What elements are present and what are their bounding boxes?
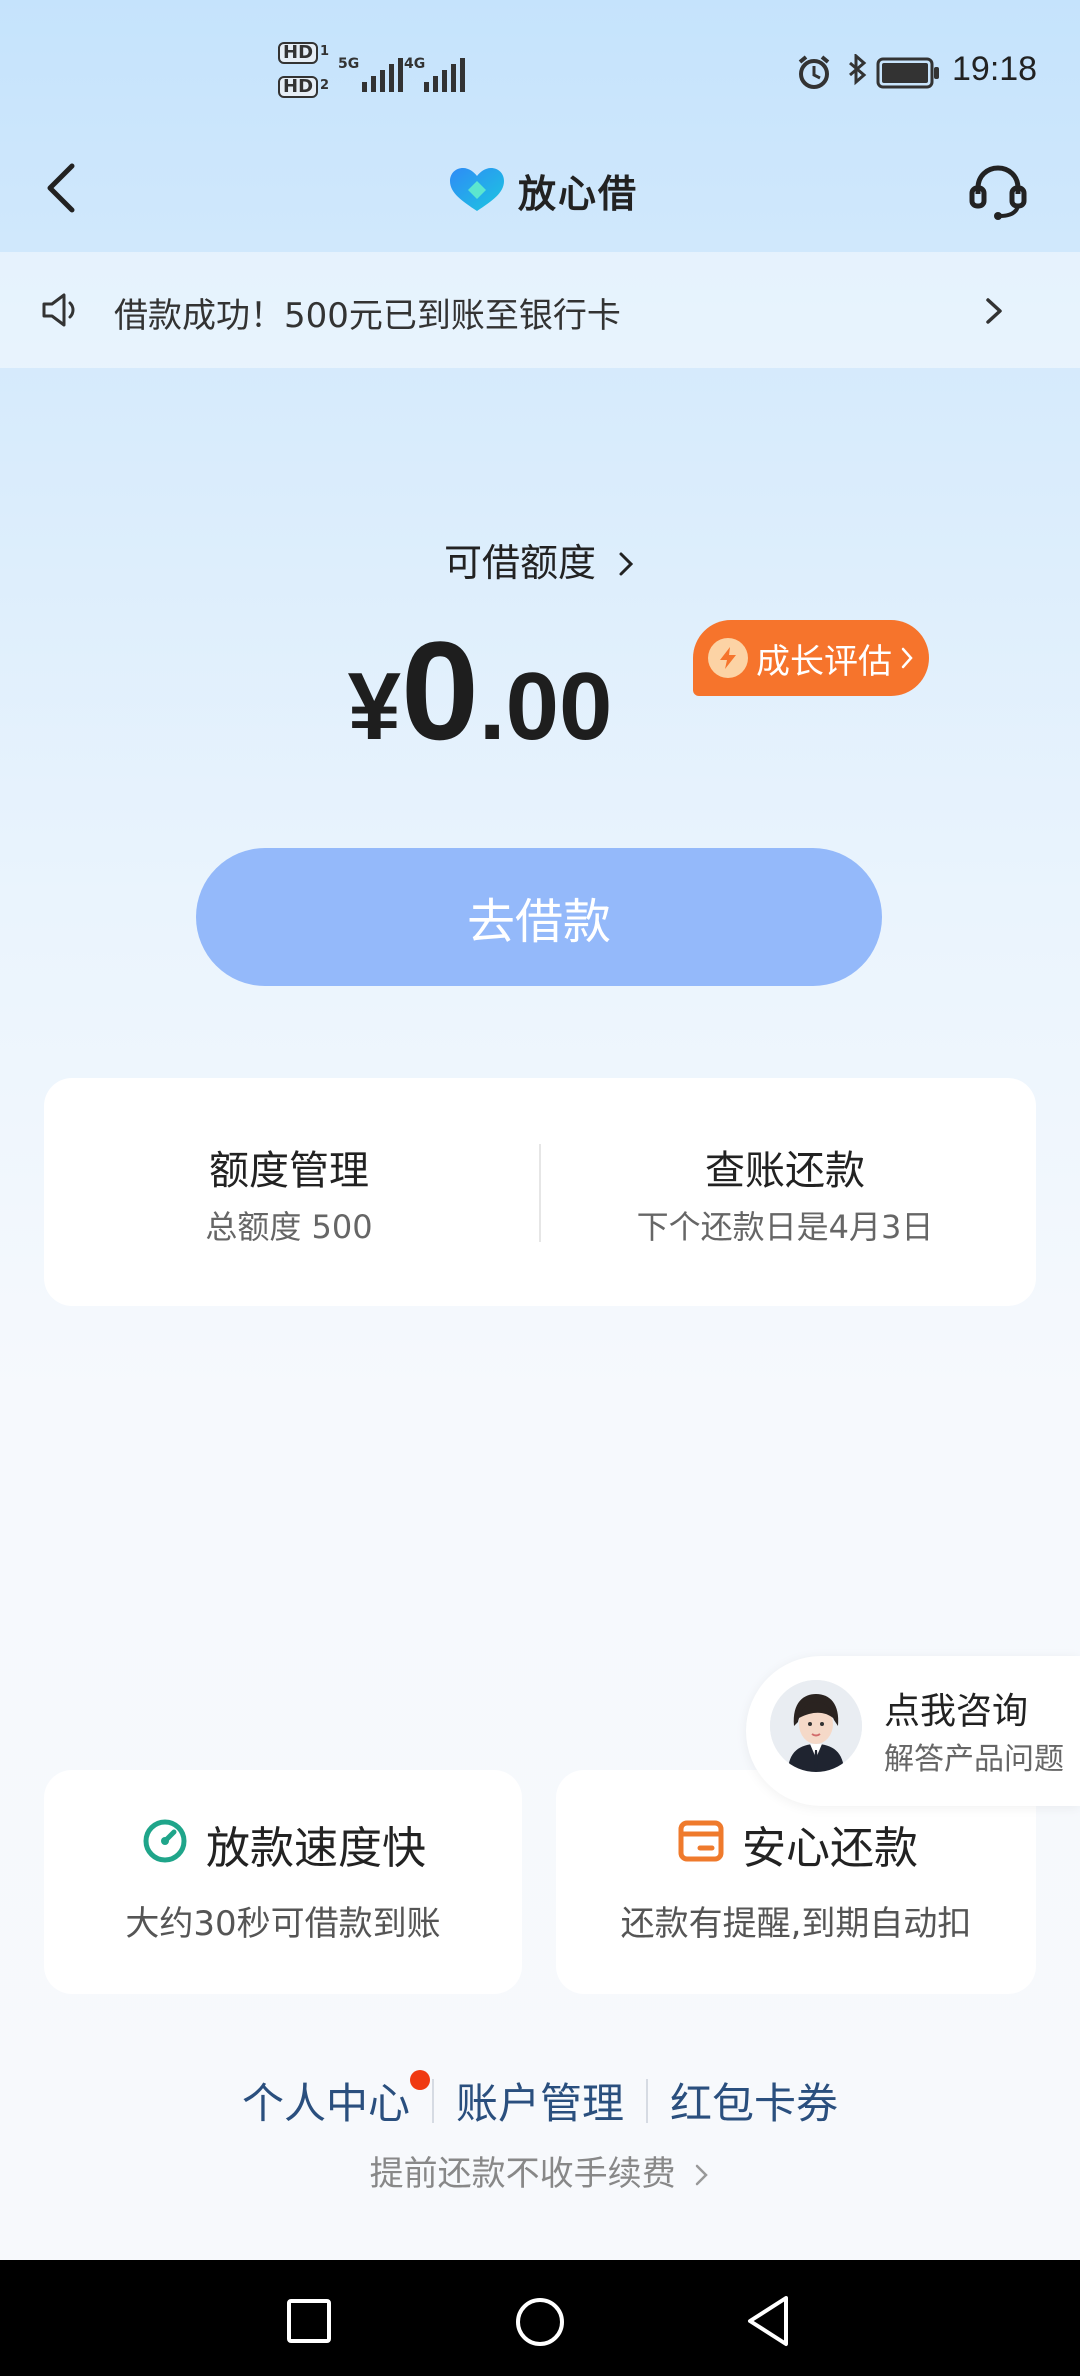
bottom-links: 个人中心 账户管理 红包卡券	[0, 2070, 1080, 2131]
chevron-right-icon	[986, 298, 1002, 324]
chevron-right-icon	[901, 647, 913, 669]
bill-repayment-item[interactable]: 查账还款 下个还款日是4月3日	[540, 1078, 1036, 1306]
hd-badge-1: HD	[278, 42, 319, 64]
next-repay-date-text: 下个还款日是4月3日	[636, 1208, 934, 1246]
speaker-icon	[42, 293, 75, 327]
recent-apps-icon[interactable]	[286, 2298, 332, 2344]
chevron-right-icon	[696, 2164, 709, 2186]
notification-dot	[409, 2070, 430, 2090]
account-management-link[interactable]: 账户管理	[434, 2070, 646, 2131]
battery-icon	[876, 57, 939, 89]
coupons-link[interactable]: 红包卡券	[648, 2070, 860, 2131]
back-arrow-icon[interactable]	[42, 158, 82, 218]
feature-subtitle: 还款有提醒,到期自动扣	[620, 1904, 972, 1944]
prepay-info-link[interactable]: 提前还款不收手续费	[0, 2146, 1080, 2195]
system-navigation-bar	[0, 2260, 1080, 2376]
signal-bars-1-icon	[362, 56, 403, 92]
hd-badge-2: HD	[278, 76, 319, 98]
alarm-icon	[798, 55, 830, 89]
heart-logo-icon	[450, 168, 504, 211]
quota-management-item[interactable]: 额度管理 总额度 500	[44, 1078, 534, 1306]
network-type-1: 5G	[338, 56, 360, 72]
status-icons	[798, 54, 939, 89]
agent-avatar	[770, 1680, 862, 1772]
personal-center-link[interactable]: 个人中心	[220, 2070, 432, 2131]
app-name: 放心借	[518, 171, 639, 216]
consult-subtitle: 解答产品问题	[884, 1742, 1064, 1777]
signal-indicators: HD 1 HD 2 5G 4G	[278, 42, 465, 108]
growth-assessment-label: 成长评估	[756, 641, 892, 682]
feature-subtitle: 大约30秒可借款到账	[125, 1904, 441, 1944]
available-quota-label: 可借额度	[443, 541, 596, 585]
notice-text: 借款成功！500元已到账至银行卡	[114, 296, 621, 336]
speedometer-icon	[143, 1819, 187, 1863]
wallet-icon	[678, 1820, 724, 1862]
signal-bars-2-icon	[424, 56, 465, 92]
quota-management-title: 额度管理	[209, 1148, 369, 1194]
card-divider	[539, 1144, 541, 1242]
currency-symbol: ¥	[347, 653, 402, 760]
home-icon[interactable]	[514, 2296, 566, 2348]
lightning-icon	[708, 638, 748, 678]
amount-integer: 0	[401, 612, 479, 769]
network-type-2: 4G	[404, 56, 426, 72]
feature-title: 放款速度快	[206, 1823, 426, 1874]
app-logo: 放心借	[448, 162, 648, 218]
feature-title: 安心还款	[742, 1823, 918, 1874]
bill-repayment-title: 查账还款	[705, 1148, 865, 1194]
borrow-button[interactable]: 去借款	[196, 848, 882, 986]
customer-service-icon[interactable]	[966, 158, 1030, 222]
chevron-right-icon	[619, 552, 634, 576]
consult-title: 点我咨询	[884, 1691, 1029, 1732]
clock: 19:18	[952, 50, 1038, 88]
bluetooth-icon	[849, 54, 867, 86]
growth-assessment-badge[interactable]: 成长评估	[693, 620, 929, 696]
feature-card-fast-loan: 放款速度快 大约30秒可借款到账	[44, 1770, 522, 1994]
back-triangle-icon[interactable]	[744, 2294, 792, 2348]
status-bar: HD 1 HD 2 5G 4G 19:18	[0, 0, 1080, 150]
available-quota-link[interactable]: 可借额度	[0, 532, 1080, 587]
prepay-text: 提前还款不收手续费	[369, 2154, 676, 2194]
total-quota-text: 总额度 500	[205, 1208, 373, 1246]
amount-decimal: .00	[478, 653, 613, 760]
